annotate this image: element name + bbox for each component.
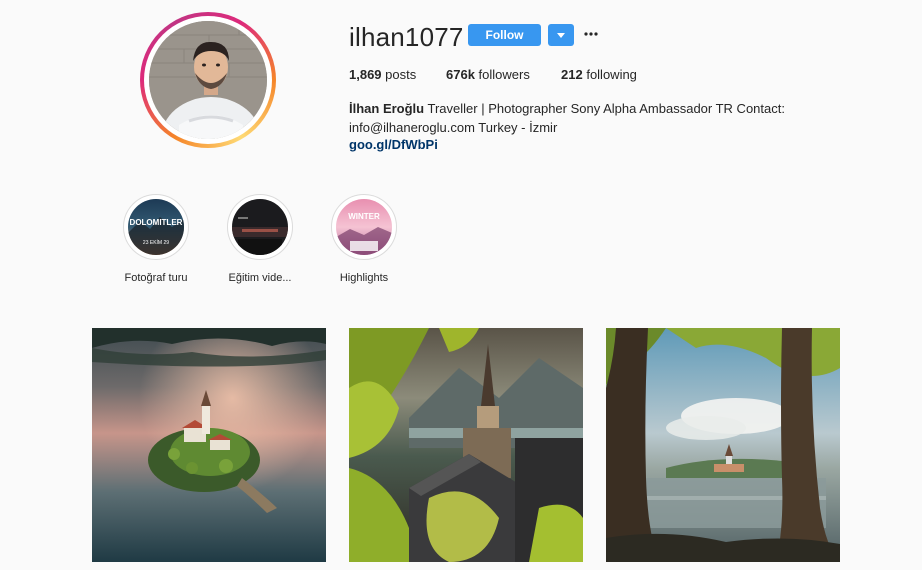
posts-count: 1,869 (349, 67, 382, 82)
avatar-photo (149, 21, 267, 139)
post-thumbnail[interactable] (92, 328, 326, 562)
post-image-alpine-village (349, 328, 583, 562)
avatar-image (149, 21, 267, 139)
followers-stat[interactable]: 676k followers (446, 67, 530, 82)
highlight-cover: DOLOMITLER 23 EKİM 29 (128, 199, 184, 255)
highlight-cover-date: 23 EKİM 29 (143, 239, 169, 246)
suggested-dropdown-button[interactable] (548, 24, 574, 46)
highlight-egitim-video[interactable] (227, 194, 293, 260)
highlight-cover-title: DOLOMITLER (130, 218, 183, 227)
posts-stat: 1,869 posts (349, 67, 416, 82)
post-thumbnail[interactable] (349, 328, 583, 562)
followers-label: followers (478, 67, 530, 82)
highlight-highlights[interactable]: WINTER (331, 194, 397, 260)
post-image-lake-island (92, 328, 326, 562)
profile-avatar[interactable] (140, 12, 276, 148)
post-thumbnail[interactable] (606, 328, 840, 562)
profile-username: ilhan1077 (349, 22, 464, 52)
following-stat[interactable]: 212 following (561, 67, 637, 82)
following-label: following (586, 67, 637, 82)
post-image-lakeside-trees (606, 328, 840, 562)
follow-button[interactable]: Follow (468, 24, 541, 46)
highlight-label: Fotoğraf turu (124, 272, 188, 284)
highlight-cover: WINTER (336, 199, 392, 255)
ellipsis-icon (584, 32, 598, 36)
posts-label: posts (385, 67, 417, 82)
highlight-fotograf-turu[interactable]: DOLOMITLER 23 EKİM 29 (123, 194, 189, 260)
highlight-cover (232, 199, 288, 255)
following-count: 212 (561, 67, 583, 82)
highlight-cover-title: WINTER (348, 212, 380, 221)
avatar-border (144, 16, 272, 144)
highlight-label: Eğitim vide... (228, 272, 292, 284)
profile-bio: İlhan Eroğlu Traveller | Photographer So… (349, 99, 789, 137)
caret-down-icon (557, 32, 565, 38)
more-options-button[interactable] (583, 23, 599, 45)
bio-website-link[interactable]: goo.gl/DfWbPi (349, 137, 438, 152)
bio-full-name: İlhan Eroğlu (349, 101, 425, 116)
followers-count: 676k (446, 67, 475, 82)
highlight-label: Highlights (339, 272, 389, 284)
